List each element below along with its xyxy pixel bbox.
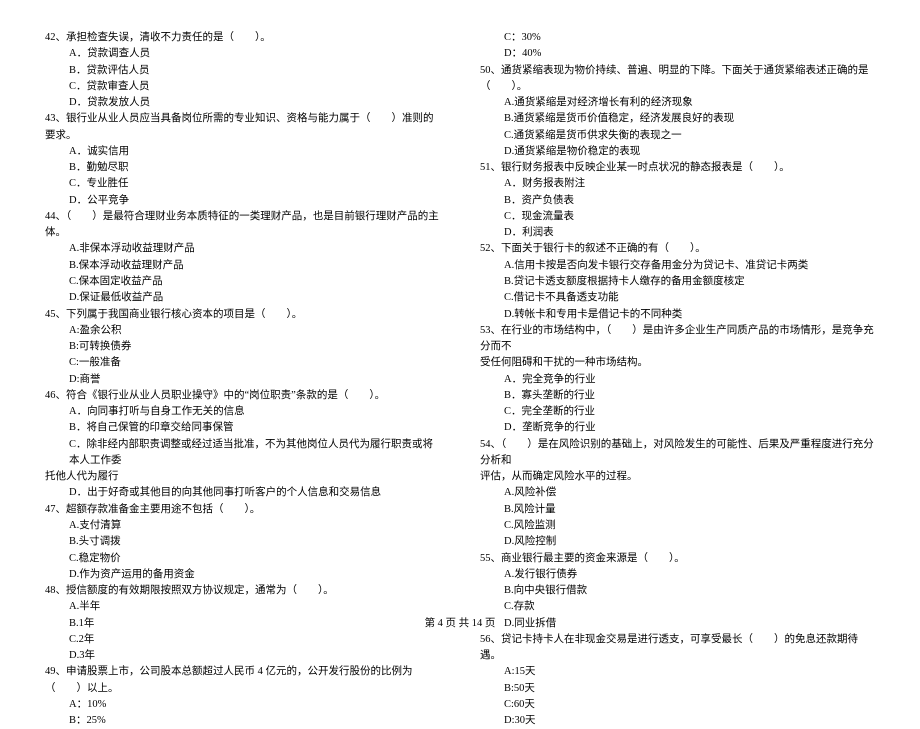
q54-opt-a: A.风险补偿 <box>480 485 875 501</box>
q54-stem-p1: 54、（ ）是在风险识别的基础上，对风险发生的可能性、后果及严重程度进行充分分析… <box>480 437 875 470</box>
q49-opt-d: D：40% <box>480 46 875 62</box>
q44-opt-d: D.保证最低收益产品 <box>45 290 440 306</box>
q46-stem: 46、符合《银行业从业人员职业操守》中的“岗位职责”条款的是（ ）。 <box>45 388 440 404</box>
q54-opt-d: D.风险控制 <box>480 534 875 550</box>
q49-opt-a: A：10% <box>45 697 440 713</box>
q43-opt-a: A．诚实信用 <box>45 144 440 160</box>
q52-opt-b: B.贷记卡透支额度根据持卡人缴存的备用金额度核定 <box>480 274 875 290</box>
q50-stem: 50、通货紧缩表现为物价持续、普遍、明显的下降。下面关于通货紧缩表述正确的是（ … <box>480 63 875 96</box>
q52-stem: 52、下面关于银行卡的叙述不正确的有（ ）。 <box>480 241 875 257</box>
q44-opt-b: B.保本浮动收益理财产品 <box>45 258 440 274</box>
q48-stem: 48、授信额度的有效期限按照双方协议规定，通常为（ ）。 <box>45 583 440 599</box>
q49-stem: 49、申请股票上市，公司股本总额超过人民币 4 亿元的，公开发行股份的比例为（ … <box>45 664 440 697</box>
q55-stem: 55、商业银行最主要的资金来源是（ ）。 <box>480 551 875 567</box>
q47-opt-b: B.头寸调拨 <box>45 534 440 550</box>
q45-opt-d: D:商誉 <box>45 372 440 388</box>
q54-stem-p2: 评估，从而确定风险水平的过程。 <box>480 469 875 485</box>
q56-opt-b: B:50天 <box>480 681 875 697</box>
q53-stem-p2: 受任何阻碍和干扰的一种市场结构。 <box>480 355 875 371</box>
q47-opt-d: D.作为资产运用的备用资金 <box>45 567 440 583</box>
q49-opt-c: C：30% <box>480 30 875 46</box>
q56-stem: 56、贷记卡持卡人在非现金交易是进行透支，可享受最长（ ）的免息还款期待遇。 <box>480 632 875 665</box>
q43-opt-c: C．专业胜任 <box>45 176 440 192</box>
q42-opt-c: C．贷款审查人员 <box>45 79 440 95</box>
right-column: C：30% D：40% 50、通货紧缩表现为物价持续、普遍、明显的下降。下面关于… <box>480 30 875 590</box>
q50-opt-b: B.通货紧缩是货币价值稳定，经济发展良好的表现 <box>480 111 875 127</box>
q42-opt-b: B．贷款评估人员 <box>45 63 440 79</box>
q45-opt-c: C:一般准备 <box>45 355 440 371</box>
q43-opt-d: D．公平竞争 <box>45 193 440 209</box>
q47-opt-c: C.稳定物价 <box>45 551 440 567</box>
q46-opt-c-cont: 托他人代为履行 <box>45 469 440 485</box>
q52-opt-a: A.信用卡按是否向发卡银行交存备用金分为贷记卡、准贷记卡两类 <box>480 258 875 274</box>
q51-stem: 51、银行财务报表中反映企业某一时点状况的静态报表是（ ）。 <box>480 160 875 176</box>
q53-opt-d: D．垄断竞争的行业 <box>480 420 875 436</box>
q42-opt-d: D．贷款发放人员 <box>45 95 440 111</box>
q53-opt-b: B．寡头垄断的行业 <box>480 388 875 404</box>
q48-opt-a: A.半年 <box>45 599 440 615</box>
q45-opt-b: B:可转换债券 <box>45 339 440 355</box>
q49-opt-b: B：25% <box>45 713 440 729</box>
q52-opt-c: C.借记卡不具备透支功能 <box>480 290 875 306</box>
page-footer: 第 4 页 共 14 页 <box>0 616 920 632</box>
q46-opt-b: B．将自己保管的印章交给同事保管 <box>45 420 440 436</box>
q45-opt-a: A:盈余公积 <box>45 323 440 339</box>
q46-opt-d: D．出于好奇或其他目的向其他同事打听客户的个人信息和交易信息 <box>45 485 440 501</box>
q55-opt-c: C.存款 <box>480 599 875 615</box>
q43-stem: 43、银行业从业人员应当具备岗位所需的专业知识、资格与能力属于（ ）准则的要求。 <box>45 111 440 144</box>
q54-opt-b: B.风险计量 <box>480 502 875 518</box>
q53-opt-a: A．完全竞争的行业 <box>480 372 875 388</box>
q42-opt-a: A．贷款调查人员 <box>45 46 440 62</box>
q52-opt-d: D.转帐卡和专用卡是借记卡的不同种类 <box>480 307 875 323</box>
q44-opt-a: A.非保本浮动收益理财产品 <box>45 241 440 257</box>
two-column-layout: 42、承担检查失误，清收不力责任的是（ ）。 A．贷款调查人员 B．贷款评估人员… <box>45 30 875 590</box>
q51-opt-a: A．财务报表附注 <box>480 176 875 192</box>
q44-opt-c: C.保本固定收益产品 <box>45 274 440 290</box>
q56-opt-a: A:15天 <box>480 664 875 680</box>
q45-stem: 45、下列属于我国商业银行核心资本的项目是（ ）。 <box>45 307 440 323</box>
q54-opt-c: C.风险监测 <box>480 518 875 534</box>
q56-opt-d: D:30天 <box>480 713 875 729</box>
q50-opt-d: D.通货紧缩是物价稳定的表现 <box>480 144 875 160</box>
q56-opt-c: C:60天 <box>480 697 875 713</box>
q51-opt-c: C．现金流量表 <box>480 209 875 225</box>
q46-opt-a: A．向同事打听与自身工作无关的信息 <box>45 404 440 420</box>
q51-opt-d: D．利润表 <box>480 225 875 241</box>
q47-opt-a: A.支付清算 <box>45 518 440 534</box>
q44-stem: 44、（ ）是最符合理财业务本质特征的一类理财产品，也是目前银行理财产品的主体。 <box>45 209 440 242</box>
q42-stem: 42、承担检查失误，清收不力责任的是（ ）。 <box>45 30 440 46</box>
q48-opt-d: D.3年 <box>45 648 440 664</box>
q48-opt-c: C.2年 <box>45 632 440 648</box>
q46-opt-c: C．除非经内部职责调整或经过适当批准，不为其他岗位人员代为履行职责或将本人工作委 <box>45 437 440 470</box>
q53-stem-p1: 53、在行业的市场结构中，（ ）是由许多企业生产同质产品的市场情形，是竞争充分而… <box>480 323 875 356</box>
q47-stem: 47、超额存款准备金主要用途不包括（ ）。 <box>45 502 440 518</box>
q55-opt-a: A.发行银行债券 <box>480 567 875 583</box>
q43-opt-b: B．勤勉尽职 <box>45 160 440 176</box>
q50-opt-c: C.通货紧缩是货币供求失衡的表现之一 <box>480 128 875 144</box>
q53-opt-c: C．完全垄断的行业 <box>480 404 875 420</box>
q51-opt-b: B．资产负债表 <box>480 193 875 209</box>
left-column: 42、承担检查失误，清收不力责任的是（ ）。 A．贷款调查人员 B．贷款评估人员… <box>45 30 440 590</box>
q50-opt-a: A.通货紧缩是对经济增长有利的经济现象 <box>480 95 875 111</box>
q55-opt-b: B.向中央银行借款 <box>480 583 875 599</box>
